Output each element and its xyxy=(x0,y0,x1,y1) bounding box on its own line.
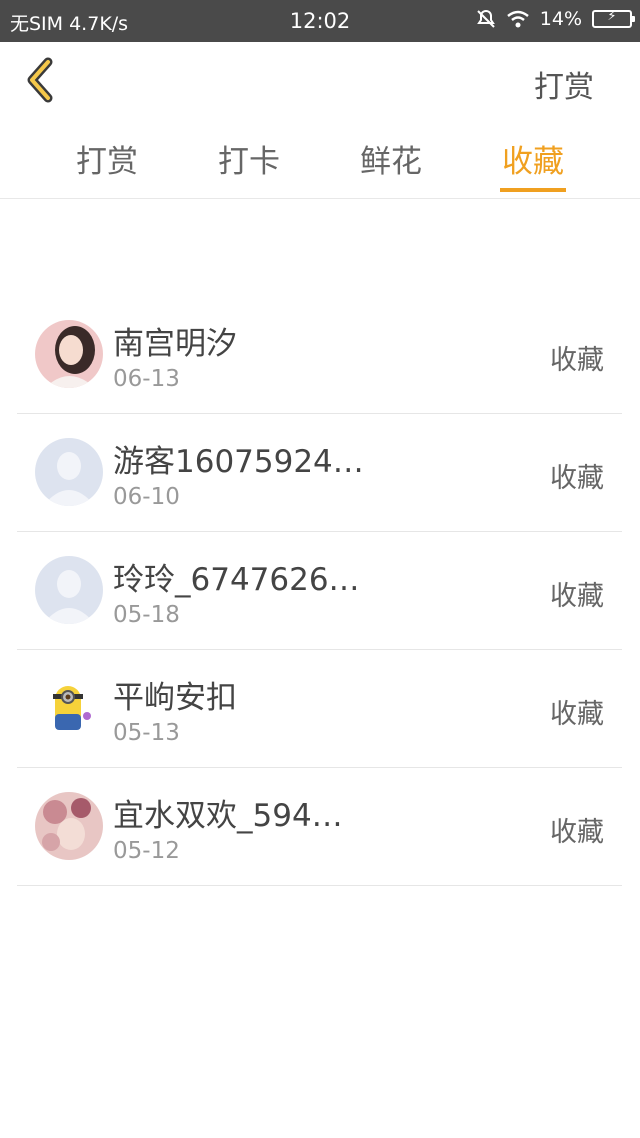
list-item[interactable]: 玲玲_6747626… 05-18 收藏 xyxy=(17,532,622,650)
item-action: 收藏 xyxy=(550,699,604,730)
tab-bar: 打赏 打卡 鲜花 收藏 xyxy=(0,122,640,199)
reward-button[interactable]: 打赏 xyxy=(534,62,594,106)
tab-flowers[interactable]: 鲜花 xyxy=(331,136,451,181)
item-date: 05-12 xyxy=(113,838,180,864)
tab-reward[interactable]: 打赏 xyxy=(47,136,167,181)
back-button[interactable] xyxy=(18,56,68,106)
item-date: 06-10 xyxy=(113,484,180,510)
user-name: 游客16075924… xyxy=(113,444,364,480)
battery-charging-icon: ⚡ xyxy=(592,9,635,28)
wifi-icon xyxy=(506,10,529,28)
active-tab-indicator xyxy=(500,188,566,192)
item-action: 收藏 xyxy=(550,581,604,612)
item-date: 06-13 xyxy=(113,366,180,392)
item-action: 收藏 xyxy=(550,463,604,494)
list-item[interactable]: 游客16075924… 06-10 收藏 xyxy=(17,414,622,532)
item-action: 收藏 xyxy=(550,817,604,848)
photo-woman-avatar xyxy=(35,320,103,388)
chevron-left-icon xyxy=(27,57,53,103)
list-item[interactable]: 平岣安扣 05-13 收藏 xyxy=(17,650,622,768)
default-person-avatar xyxy=(35,556,103,624)
user-name: 玲玲_6747626… xyxy=(113,562,360,598)
user-name: 宜水双欢_594… xyxy=(113,798,343,834)
item-date: 05-18 xyxy=(113,602,180,628)
status-bar: 无SIM 4.7K/s 12:02 14% ⚡ xyxy=(0,0,640,42)
list-item[interactable]: 南宫明汐 06-13 收藏 xyxy=(17,296,622,414)
tab-favorites[interactable]: 收藏 xyxy=(473,136,593,181)
item-action: 收藏 xyxy=(550,345,604,376)
default-person-avatar xyxy=(35,438,103,506)
status-icons: 14% ⚡ xyxy=(476,8,635,30)
minion-avatar xyxy=(35,674,103,742)
bell-off-icon xyxy=(476,9,495,28)
list-item[interactable]: 宜水双欢_594… 05-12 收藏 xyxy=(17,768,622,886)
favorites-list: 南宫明汐 06-13 收藏 游客16075924… 06-10 收藏 玲玲_67… xyxy=(17,296,622,886)
item-date: 05-13 xyxy=(113,720,180,746)
battery-percent: 14% xyxy=(539,8,582,30)
user-name: 平岣安扣 xyxy=(113,680,237,716)
nav-bar: 打赏 xyxy=(0,42,640,122)
user-name: 南宫明汐 xyxy=(113,326,237,362)
tab-checkin[interactable]: 打卡 xyxy=(189,136,309,181)
photo-flowers-avatar xyxy=(35,792,103,860)
